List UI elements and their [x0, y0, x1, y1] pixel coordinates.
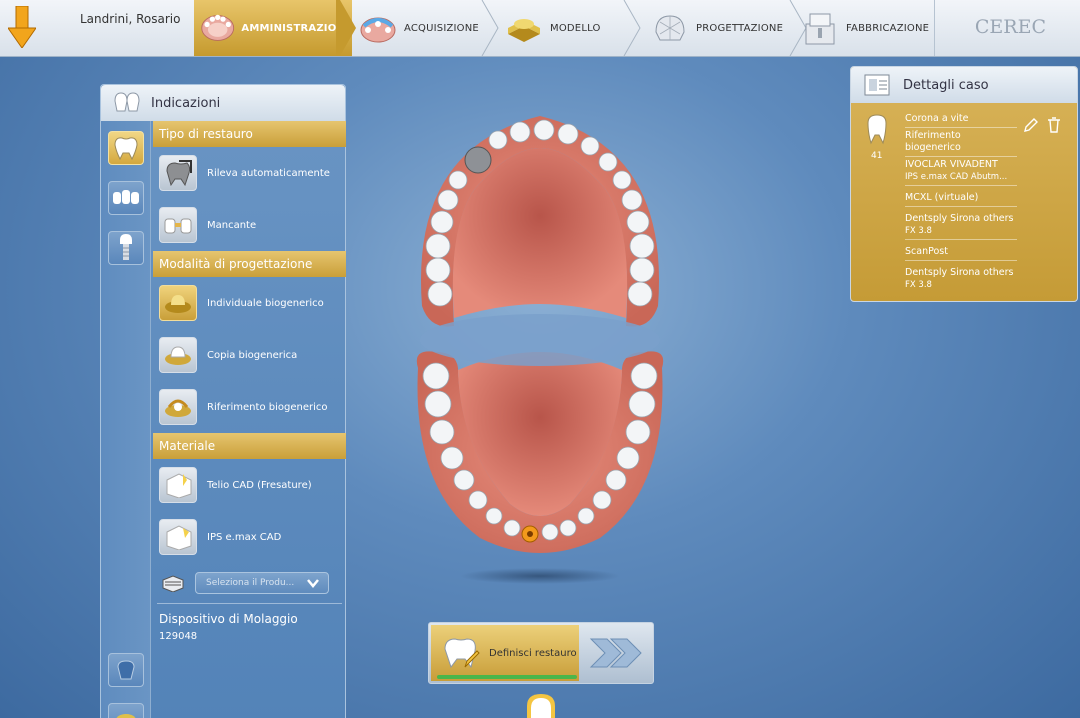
crown-pencil-icon	[444, 638, 480, 669]
case-details-panel: Dettagli caso 41 Corona a vite Riferimen…	[850, 66, 1078, 302]
indications-tab-strip	[101, 121, 151, 718]
biogeneric-copy-icon	[159, 337, 197, 373]
bottom-tooth-icon	[527, 694, 555, 718]
workflow-action-bar: Definisci restauro	[428, 622, 654, 684]
dental-arches-view[interactable]	[400, 108, 680, 588]
case-detail-line: Riferimento biogenerico	[905, 128, 1017, 157]
single-tooth-icon	[114, 137, 138, 161]
model-icon	[508, 19, 540, 42]
tab-implant[interactable]	[108, 231, 144, 265]
option-individual-biogeneric[interactable]: Individuale biogenerico	[153, 277, 346, 329]
option-ips-emax-cad[interactable]: IPS e.max CAD	[153, 511, 346, 563]
implant-icon	[120, 234, 132, 260]
trash-icon[interactable]	[1047, 117, 1061, 133]
selected-upper-tooth[interactable]	[464, 146, 492, 174]
next-double-chevron-icon[interactable]	[585, 633, 645, 673]
individual-biogeneric-icon	[159, 285, 197, 321]
milling-device-title: Dispositivo di Molaggio	[159, 612, 298, 626]
step-acquisizione[interactable]: ACQUISIZIONE	[358, 0, 498, 56]
teeth-group-icon	[114, 92, 140, 112]
biogeneric-reference-icon	[159, 389, 197, 425]
patient-name: Landrini, Rosario	[80, 12, 181, 26]
case-folder-icon	[864, 74, 890, 96]
case-details-list: Corona a vite Riferimento biogenerico IV…	[905, 111, 1017, 293]
milling-machine-icon	[805, 13, 835, 45]
section-material: Materiale	[153, 433, 346, 459]
indications-panel: Indicazioni Tipo di restauro Rileva auto…	[100, 84, 346, 718]
milling-device-value: 129048	[159, 631, 198, 642]
top-bar: Landrini, Rosario AMMINISTRAZIONE ACQUIS…	[0, 0, 1080, 57]
indications-header: Indicazioni	[101, 85, 345, 121]
define-restoration-button[interactable]: Definisci restauro	[431, 625, 579, 681]
missing-tooth-icon	[159, 207, 197, 243]
model-small-icon	[116, 714, 136, 718]
step-fabbricazione[interactable]: FABBRICAZIONE	[800, 0, 934, 56]
crown-design-icon	[655, 15, 685, 41]
upper-arch[interactable]	[420, 116, 660, 327]
progress-bar	[437, 675, 577, 679]
denture-icon	[201, 14, 235, 41]
indications-content: Tipo di restauro Rileva automaticamente …	[153, 121, 346, 650]
step-separator	[623, 0, 641, 56]
tab-more[interactable]	[108, 703, 144, 718]
option-biogeneric-copy[interactable]: Copia biogenerica	[153, 329, 346, 381]
case-detail-line: MCXL (virtuale)	[905, 186, 1017, 207]
tab-tools[interactable]	[108, 653, 144, 687]
step-amministrazione[interactable]: AMMINISTRAZIONE	[194, 0, 352, 56]
case-detail-line: Dentsply Sirona others FX 3.8	[905, 267, 1014, 290]
lower-arch[interactable]	[416, 351, 664, 553]
option-missing[interactable]: Mancante	[153, 199, 346, 251]
case-details-title: Dettagli caso	[903, 77, 989, 93]
material-block-icon	[159, 519, 197, 555]
option-biogeneric-reference[interactable]: Riferimento biogenerico	[153, 381, 346, 433]
case-detail-line: Dentsply Sirona others FX 3.8	[905, 207, 1017, 240]
pencil-icon[interactable]	[1023, 117, 1039, 133]
scan-teeth-icon	[360, 17, 396, 43]
indications-title: Indicazioni	[151, 95, 221, 111]
brand-logo: CEREC	[974, 16, 1046, 38]
back-arrow-icon[interactable]	[8, 6, 36, 48]
milling-block-icon	[162, 575, 184, 592]
step-progettazione[interactable]: PROGETTAZIONE	[650, 0, 790, 56]
milling-device: Dispositivo di Molaggio 129048	[153, 604, 346, 650]
tooth-icon	[867, 114, 887, 145]
section-restoration-type: Tipo di restauro	[153, 121, 346, 147]
auto-detect-icon	[159, 155, 197, 191]
section-design-mode: Modalità di progettazione	[153, 251, 346, 277]
case-detail-line: ScanPost	[905, 240, 1017, 261]
case-detail-line: Corona a vite	[905, 111, 1017, 128]
case-detail-line: IVOCLAR VIVADENT IPS e.max CAD Abutm...	[905, 157, 1017, 186]
material-block-icon	[159, 467, 197, 503]
case-details-header: Dettagli caso	[851, 67, 1077, 103]
step-modello[interactable]: MODELLO	[504, 0, 624, 56]
tooth-tool-icon	[117, 660, 135, 680]
product-select[interactable]: Seleziona il Produ...	[195, 572, 329, 594]
chevron-down-icon	[307, 579, 319, 588]
option-auto-detect[interactable]: Rileva automaticamente	[153, 147, 346, 199]
tab-single-tooth[interactable]	[108, 131, 144, 165]
product-select-row: Seleziona il Produ...	[153, 563, 346, 603]
option-telio-cad[interactable]: Telio CAD (Fresature)	[153, 459, 346, 511]
step-separator	[336, 0, 356, 56]
brand-divider	[934, 0, 935, 56]
tooth-number: 41	[871, 151, 883, 161]
tab-bridge[interactable]	[108, 181, 144, 215]
bridge-icon	[113, 190, 139, 204]
step-separator	[481, 0, 499, 56]
